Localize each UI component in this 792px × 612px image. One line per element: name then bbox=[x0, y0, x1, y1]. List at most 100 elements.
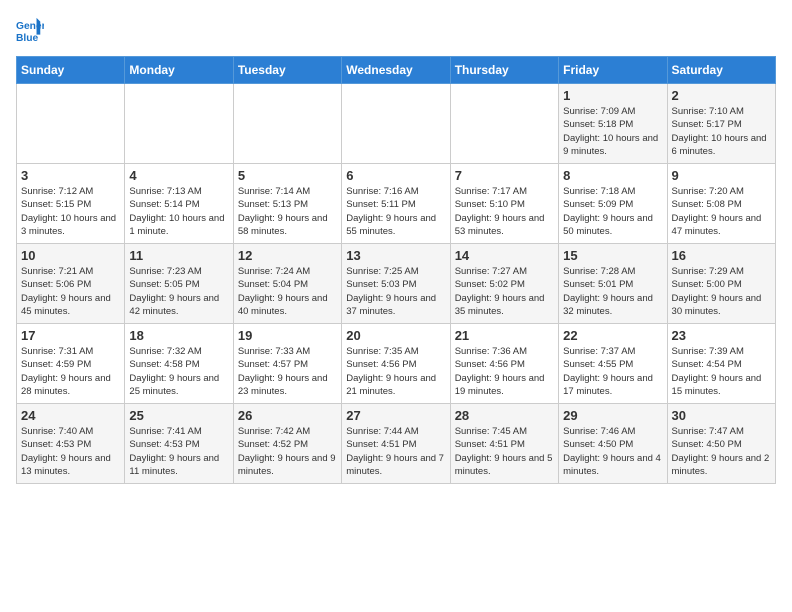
day-info: Sunrise: 7:12 AM Sunset: 5:15 PM Dayligh… bbox=[21, 185, 120, 238]
day-cell: 13 Sunrise: 7:25 AM Sunset: 5:03 PM Dayli… bbox=[342, 244, 450, 324]
day-cell: 28 Sunrise: 7:45 AM Sunset: 4:51 PM Dayli… bbox=[450, 404, 558, 484]
day-number: 9 bbox=[672, 168, 771, 183]
day-cell: 12 Sunrise: 7:24 AM Sunset: 5:04 PM Dayli… bbox=[233, 244, 341, 324]
day-info: Sunrise: 7:46 AM Sunset: 4:50 PM Dayligh… bbox=[563, 425, 662, 478]
day-info: Sunrise: 7:32 AM Sunset: 4:58 PM Dayligh… bbox=[129, 345, 228, 398]
svg-text:Blue: Blue bbox=[16, 33, 39, 44]
week-row-5: 24 Sunrise: 7:40 AM Sunset: 4:53 PM Dayli… bbox=[17, 404, 776, 484]
day-cell: 9 Sunrise: 7:20 AM Sunset: 5:08 PM Daylig… bbox=[667, 164, 775, 244]
day-number: 26 bbox=[238, 408, 337, 423]
day-cell bbox=[17, 84, 125, 164]
day-info: Sunrise: 7:29 AM Sunset: 5:00 PM Dayligh… bbox=[672, 265, 771, 318]
day-number: 17 bbox=[21, 328, 120, 343]
day-info: Sunrise: 7:09 AM Sunset: 5:18 PM Dayligh… bbox=[563, 105, 662, 158]
day-number: 12 bbox=[238, 248, 337, 263]
day-cell: 2 Sunrise: 7:10 AM Sunset: 5:17 PM Daylig… bbox=[667, 84, 775, 164]
day-number: 25 bbox=[129, 408, 228, 423]
day-info: Sunrise: 7:20 AM Sunset: 5:08 PM Dayligh… bbox=[672, 185, 771, 238]
day-info: Sunrise: 7:23 AM Sunset: 5:05 PM Dayligh… bbox=[129, 265, 228, 318]
header-cell-thursday: Thursday bbox=[450, 57, 558, 84]
day-number: 14 bbox=[455, 248, 554, 263]
day-number: 13 bbox=[346, 248, 445, 263]
day-cell: 26 Sunrise: 7:42 AM Sunset: 4:52 PM Dayli… bbox=[233, 404, 341, 484]
day-number: 28 bbox=[455, 408, 554, 423]
day-cell: 10Sunrise: 7:21 AM Sunset: 5:06 PM Dayli… bbox=[17, 244, 125, 324]
day-cell: 14 Sunrise: 7:27 AM Sunset: 5:02 PM Dayli… bbox=[450, 244, 558, 324]
day-number: 24 bbox=[21, 408, 120, 423]
day-info: Sunrise: 7:13 AM Sunset: 5:14 PM Dayligh… bbox=[129, 185, 228, 238]
day-number: 3 bbox=[21, 168, 120, 183]
day-number: 27 bbox=[346, 408, 445, 423]
day-info: Sunrise: 7:40 AM Sunset: 4:53 PM Dayligh… bbox=[21, 425, 120, 478]
calendar-table: SundayMondayTuesdayWednesdayThursdayFrid… bbox=[16, 56, 776, 484]
day-info: Sunrise: 7:21 AM Sunset: 5:06 PM Dayligh… bbox=[21, 265, 120, 318]
day-info: Sunrise: 7:14 AM Sunset: 5:13 PM Dayligh… bbox=[238, 185, 337, 238]
day-number: 23 bbox=[672, 328, 771, 343]
day-cell: 17 Sunrise: 7:31 AM Sunset: 4:59 PM Dayli… bbox=[17, 324, 125, 404]
day-cell bbox=[125, 84, 233, 164]
day-info: Sunrise: 7:47 AM Sunset: 4:50 PM Dayligh… bbox=[672, 425, 771, 478]
day-cell: 21 Sunrise: 7:36 AM Sunset: 4:56 PM Dayli… bbox=[450, 324, 558, 404]
header-cell-wednesday: Wednesday bbox=[342, 57, 450, 84]
day-info: Sunrise: 7:24 AM Sunset: 5:04 PM Dayligh… bbox=[238, 265, 337, 318]
logo: General Blue bbox=[16, 16, 48, 44]
day-cell: 6 Sunrise: 7:16 AM Sunset: 5:11 PM Daylig… bbox=[342, 164, 450, 244]
day-cell: 24 Sunrise: 7:40 AM Sunset: 4:53 PM Dayli… bbox=[17, 404, 125, 484]
day-info: Sunrise: 7:17 AM Sunset: 5:10 PM Dayligh… bbox=[455, 185, 554, 238]
day-cell: 25 Sunrise: 7:41 AM Sunset: 4:53 PM Dayli… bbox=[125, 404, 233, 484]
logo-icon: General Blue bbox=[16, 16, 44, 44]
day-cell: 7 Sunrise: 7:17 AM Sunset: 5:10 PM Daylig… bbox=[450, 164, 558, 244]
day-number: 6 bbox=[346, 168, 445, 183]
day-cell: 27 Sunrise: 7:44 AM Sunset: 4:51 PM Dayli… bbox=[342, 404, 450, 484]
day-cell bbox=[233, 84, 341, 164]
header-cell-sunday: Sunday bbox=[17, 57, 125, 84]
day-cell: 1Sunrise: 7:09 AM Sunset: 5:18 PM Daylig… bbox=[559, 84, 667, 164]
day-info: Sunrise: 7:42 AM Sunset: 4:52 PM Dayligh… bbox=[238, 425, 337, 478]
day-number: 18 bbox=[129, 328, 228, 343]
day-cell: 11Sunrise: 7:23 AM Sunset: 5:05 PM Dayli… bbox=[125, 244, 233, 324]
day-info: Sunrise: 7:39 AM Sunset: 4:54 PM Dayligh… bbox=[672, 345, 771, 398]
header-cell-monday: Monday bbox=[125, 57, 233, 84]
day-number: 4 bbox=[129, 168, 228, 183]
day-cell: 22 Sunrise: 7:37 AM Sunset: 4:55 PM Dayli… bbox=[559, 324, 667, 404]
day-number: 7 bbox=[455, 168, 554, 183]
week-row-2: 3 Sunrise: 7:12 AM Sunset: 5:15 PM Daylig… bbox=[17, 164, 776, 244]
day-cell: 16Sunrise: 7:29 AM Sunset: 5:00 PM Dayli… bbox=[667, 244, 775, 324]
day-cell bbox=[450, 84, 558, 164]
day-info: Sunrise: 7:10 AM Sunset: 5:17 PM Dayligh… bbox=[672, 105, 771, 158]
day-number: 21 bbox=[455, 328, 554, 343]
day-cell: 3 Sunrise: 7:12 AM Sunset: 5:15 PM Daylig… bbox=[17, 164, 125, 244]
day-number: 8 bbox=[563, 168, 662, 183]
day-info: Sunrise: 7:44 AM Sunset: 4:51 PM Dayligh… bbox=[346, 425, 445, 478]
day-cell bbox=[342, 84, 450, 164]
day-cell: 23 Sunrise: 7:39 AM Sunset: 4:54 PM Dayli… bbox=[667, 324, 775, 404]
day-info: Sunrise: 7:27 AM Sunset: 5:02 PM Dayligh… bbox=[455, 265, 554, 318]
day-number: 22 bbox=[563, 328, 662, 343]
header-cell-saturday: Saturday bbox=[667, 57, 775, 84]
day-info: Sunrise: 7:45 AM Sunset: 4:51 PM Dayligh… bbox=[455, 425, 554, 478]
day-info: Sunrise: 7:16 AM Sunset: 5:11 PM Dayligh… bbox=[346, 185, 445, 238]
week-row-1: 1Sunrise: 7:09 AM Sunset: 5:18 PM Daylig… bbox=[17, 84, 776, 164]
day-number: 19 bbox=[238, 328, 337, 343]
day-cell: 8Sunrise: 7:18 AM Sunset: 5:09 PM Daylig… bbox=[559, 164, 667, 244]
day-info: Sunrise: 7:33 AM Sunset: 4:57 PM Dayligh… bbox=[238, 345, 337, 398]
day-info: Sunrise: 7:31 AM Sunset: 4:59 PM Dayligh… bbox=[21, 345, 120, 398]
day-cell: 15Sunrise: 7:28 AM Sunset: 5:01 PM Dayli… bbox=[559, 244, 667, 324]
day-cell: 19 Sunrise: 7:33 AM Sunset: 4:57 PM Dayli… bbox=[233, 324, 341, 404]
calendar-body: 1Sunrise: 7:09 AM Sunset: 5:18 PM Daylig… bbox=[17, 84, 776, 484]
day-info: Sunrise: 7:25 AM Sunset: 5:03 PM Dayligh… bbox=[346, 265, 445, 318]
day-number: 29 bbox=[563, 408, 662, 423]
day-cell: 30 Sunrise: 7:47 AM Sunset: 4:50 PM Dayli… bbox=[667, 404, 775, 484]
header-cell-friday: Friday bbox=[559, 57, 667, 84]
day-cell: 18 Sunrise: 7:32 AM Sunset: 4:58 PM Dayli… bbox=[125, 324, 233, 404]
day-info: Sunrise: 7:41 AM Sunset: 4:53 PM Dayligh… bbox=[129, 425, 228, 478]
day-number: 5 bbox=[238, 168, 337, 183]
day-cell: 20Sunrise: 7:35 AM Sunset: 4:56 PM Dayli… bbox=[342, 324, 450, 404]
header-row: SundayMondayTuesdayWednesdayThursdayFrid… bbox=[17, 57, 776, 84]
week-row-4: 17 Sunrise: 7:31 AM Sunset: 4:59 PM Dayli… bbox=[17, 324, 776, 404]
day-info: Sunrise: 7:36 AM Sunset: 4:56 PM Dayligh… bbox=[455, 345, 554, 398]
day-info: Sunrise: 7:37 AM Sunset: 4:55 PM Dayligh… bbox=[563, 345, 662, 398]
day-cell: 5 Sunrise: 7:14 AM Sunset: 5:13 PM Daylig… bbox=[233, 164, 341, 244]
day-number: 2 bbox=[672, 88, 771, 103]
day-number: 30 bbox=[672, 408, 771, 423]
